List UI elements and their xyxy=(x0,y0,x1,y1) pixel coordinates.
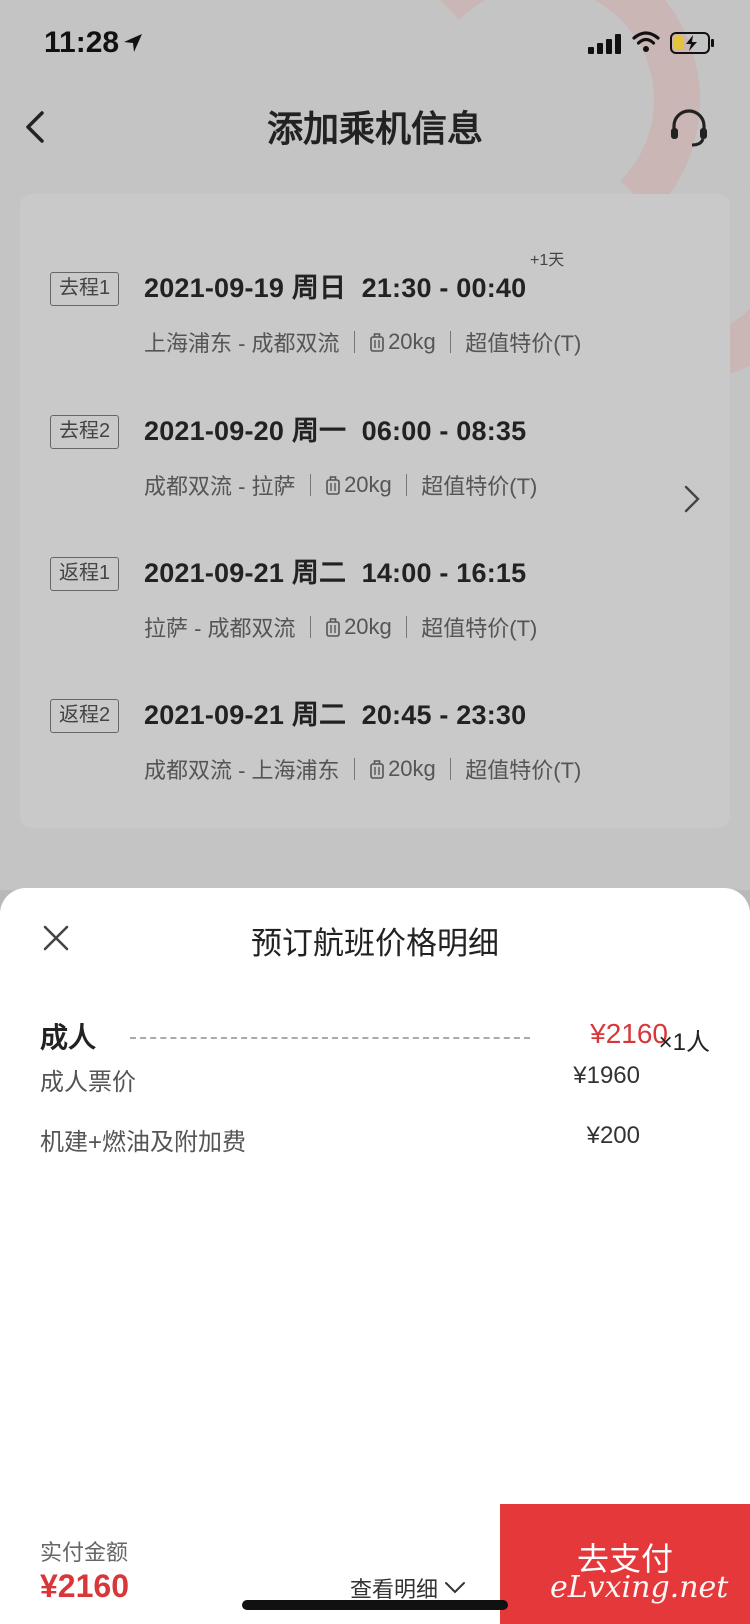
passenger-count: ×1人 xyxy=(658,1029,710,1056)
segment-baggage: 20kg xyxy=(344,472,392,497)
segment-datetime: 2021-09-19 周日 21:30 - 00:40 xyxy=(144,273,527,303)
status-bar: 11:28 xyxy=(0,0,750,88)
luggage-icon xyxy=(326,618,340,637)
flight-segment: 去程1 +1天 2021-09-19 周日 21:30 - 00:40 上海浦东… xyxy=(20,246,730,366)
segment-details: 拉萨 - 成都双流 20kg 超值特价(T) xyxy=(144,611,537,643)
sheet-title: 预订航班价格明细 xyxy=(251,926,499,961)
dashed-divider xyxy=(130,1037,530,1039)
wifi-icon xyxy=(632,31,660,52)
segment-datetime: 2021-09-21 周二 20:45 - 23:30 xyxy=(144,700,527,730)
fee-value: ¥1960 xyxy=(573,1062,640,1089)
adult-price-row: 成人 ¥2160 ×1人 xyxy=(40,1016,710,1056)
pay-amount: ¥2160 xyxy=(40,1568,129,1604)
segment-fare: 超值特价(T) xyxy=(465,331,582,356)
segment-route: 成都双流 - 上海浦东 xyxy=(144,758,340,783)
fee-row: 成人票价 ¥1960 xyxy=(40,1062,640,1096)
segment-details: 成都双流 - 拉萨 20kg 超值特价(T) xyxy=(144,469,537,501)
nav-bar: 添加乘机信息 xyxy=(0,88,750,158)
background-page: 11:28 添加乘机信息 去程1 +1天 2021-09-19 周日 21:30… xyxy=(0,0,750,890)
segment-fare: 超值特价(T) xyxy=(465,758,582,783)
segment-route: 拉萨 - 成都双流 xyxy=(144,616,296,641)
segment-datetime: 2021-09-21 周二 14:00 - 16:15 xyxy=(144,558,527,588)
segment-baggage: 20kg xyxy=(388,756,436,781)
segment-route: 上海浦东 - 成都双流 xyxy=(144,331,340,356)
segment-datetime: 2021-09-20 周一 06:00 - 08:35 xyxy=(144,416,527,446)
page-title: 添加乘机信息 xyxy=(266,108,483,149)
flight-segment: 返程2 2021-09-21 周二 20:45 - 23:30 成都双流 - 上… xyxy=(20,673,730,793)
luggage-icon xyxy=(326,476,340,495)
adult-label: 成人 xyxy=(40,1022,97,1053)
luggage-icon xyxy=(370,333,384,352)
segment-baggage: 20kg xyxy=(344,614,392,639)
pay-amount-label: 实付金额 xyxy=(40,1540,129,1565)
next-day-marker: +1天 xyxy=(530,252,565,269)
segment-fare: 超值特价(T) xyxy=(421,616,538,641)
segment-baggage: 20kg xyxy=(388,329,436,354)
flight-segment: 返程1 2021-09-21 周二 14:00 - 16:15 拉萨 - 成都双… xyxy=(20,531,730,651)
adult-total-price: ¥2160 xyxy=(590,1018,668,1049)
fee-label: 成人票价 xyxy=(40,1069,136,1096)
fee-label: 机建+燃油及附加费 xyxy=(40,1129,247,1156)
pay-button[interactable]: 去支付 xyxy=(500,1504,750,1624)
segment-details: 上海浦东 - 成都双流 20kg 超值特价(T) xyxy=(144,326,581,358)
luggage-icon xyxy=(370,760,384,779)
fee-row: 机建+燃油及附加费 ¥200 xyxy=(40,1122,640,1156)
flight-segment: 去程2 2021-09-20 周一 06:00 - 08:35 成都双流 - 拉… xyxy=(20,389,730,509)
flight-segments-card[interactable]: 去程1 +1天 2021-09-19 周日 21:30 - 00:40 上海浦东… xyxy=(20,194,730,828)
chevron-right-icon[interactable] xyxy=(682,484,702,514)
segment-tag: 去程2 xyxy=(50,415,120,449)
battery-charging-icon xyxy=(670,32,714,54)
segment-fare: 超值特价(T) xyxy=(421,474,538,499)
segment-tag: 去程1 xyxy=(50,272,120,306)
status-time: 11:28 xyxy=(44,26,120,59)
fee-value: ¥200 xyxy=(586,1122,640,1149)
home-indicator xyxy=(242,1600,508,1610)
watermark: eLvxing.net xyxy=(550,1570,729,1605)
segment-tag: 返程1 xyxy=(50,557,120,591)
chevron-down-icon xyxy=(445,1582,466,1594)
segment-route: 成都双流 - 拉萨 xyxy=(144,474,296,499)
customer-service-headset-icon[interactable] xyxy=(668,108,710,148)
segment-tag: 返程2 xyxy=(50,699,120,733)
cellular-signal-icon xyxy=(588,34,621,54)
location-arrow-icon xyxy=(124,34,142,52)
segment-details: 成都双流 - 上海浦东 20kg 超值特价(T) xyxy=(144,753,581,785)
